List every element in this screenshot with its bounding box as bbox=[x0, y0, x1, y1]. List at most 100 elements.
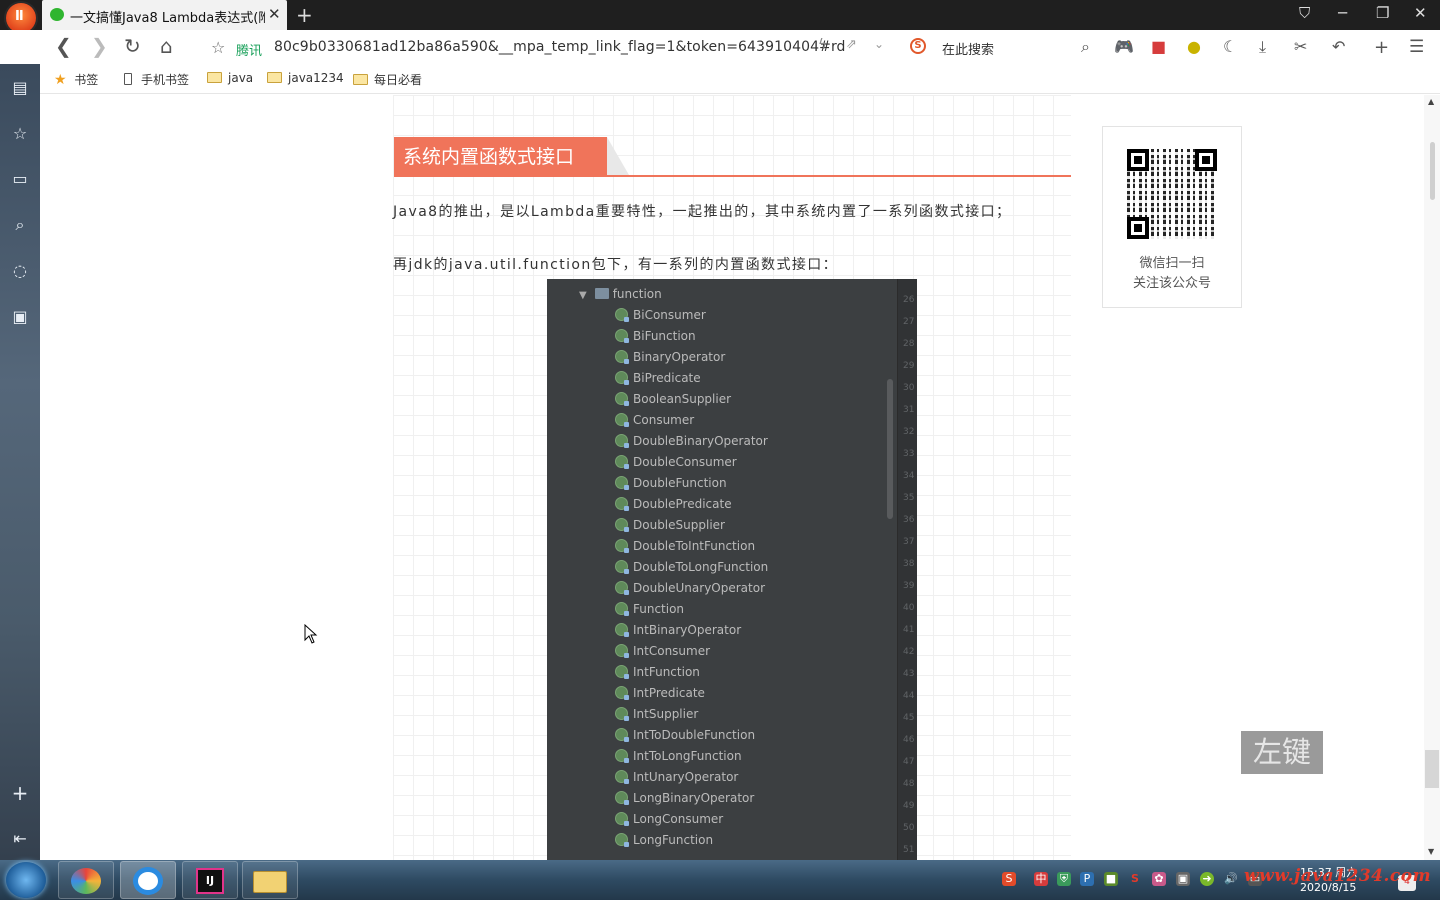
favorite-star-icon[interactable]: ☆ bbox=[211, 38, 225, 57]
tree-item[interactable]: Function bbox=[615, 602, 684, 623]
tree-item[interactable]: LongFunction bbox=[615, 833, 713, 854]
tree-item[interactable]: BiConsumer bbox=[615, 308, 706, 329]
night-mode-icon[interactable]: ☾ bbox=[1223, 37, 1237, 56]
line-number: 44 bbox=[903, 691, 915, 701]
input-method-icon[interactable]: 中 bbox=[1034, 872, 1048, 886]
flower-icon[interactable]: ✿ bbox=[1152, 872, 1166, 886]
menu-icon[interactable]: ☰ bbox=[1409, 37, 1424, 57]
tree-item[interactable]: DoubleToLongFunction bbox=[615, 560, 768, 581]
tree-item[interactable]: DoublePredicate bbox=[615, 497, 732, 518]
search-input[interactable]: 在此搜索 bbox=[942, 39, 994, 58]
tree-item[interactable]: DoubleUnaryOperator bbox=[615, 581, 765, 602]
share-icon[interactable]: ⇗ bbox=[846, 37, 857, 52]
scrollbar-thumb-lower[interactable] bbox=[1425, 750, 1439, 788]
tree-item[interactable]: LongBinaryOperator bbox=[615, 791, 754, 812]
search-engine-icon[interactable]: S bbox=[910, 38, 926, 54]
taskbar: IJ S 中 ⛨ P ■ S ✿ ▣ ➜ 🔊 ▭ 15:37 周六 2020/8… bbox=[0, 860, 1440, 900]
qr-caption: 微信扫一扫 bbox=[1139, 256, 1205, 271]
close-window-button[interactable]: ✕ bbox=[1414, 4, 1427, 22]
nvidia-icon[interactable]: ■ bbox=[1104, 872, 1118, 886]
search-icon[interactable]: ⌕ bbox=[10, 215, 30, 235]
scroll-up-icon[interactable]: ▲ bbox=[1428, 97, 1434, 106]
restore-button[interactable]: ❐ bbox=[1376, 4, 1389, 22]
new-tab-button[interactable]: + bbox=[296, 3, 313, 27]
add-icon[interactable]: + bbox=[10, 783, 30, 803]
tree-item[interactable]: IntConsumer bbox=[615, 644, 710, 665]
cut-icon[interactable]: ✂ bbox=[1294, 37, 1307, 56]
scroll-down-icon[interactable]: ▼ bbox=[1428, 847, 1434, 856]
tree-item[interactable]: Consumer bbox=[615, 413, 694, 434]
home-icon[interactable]: ⌂ bbox=[160, 35, 173, 57]
start-button[interactable] bbox=[6, 862, 46, 898]
reader-icon[interactable]: ▭ bbox=[10, 169, 30, 189]
tree-item[interactable]: DoubleToIntFunction bbox=[615, 539, 755, 560]
browser-logo-icon[interactable] bbox=[6, 3, 36, 33]
tree-item[interactable]: BooleanSupplier bbox=[615, 392, 731, 413]
update-icon[interactable]: ➜ bbox=[1200, 872, 1214, 886]
bookmark-star[interactable]: ★ 书签 bbox=[54, 71, 98, 88]
red-extension-icon[interactable]: ■ bbox=[1151, 37, 1166, 56]
forward-icon[interactable]: ❯ bbox=[91, 35, 108, 57]
skin-icon[interactable]: ⛉ bbox=[1299, 4, 1310, 22]
bookmark-daily[interactable]: 每日必看 bbox=[353, 71, 422, 88]
line-number: 34 bbox=[903, 471, 915, 481]
page-scrollbar[interactable]: ▲ ▼ bbox=[1424, 95, 1440, 860]
tree-item[interactable]: LongConsumer bbox=[615, 812, 723, 833]
shield-icon[interactable]: ⛨ bbox=[1057, 872, 1071, 886]
search-icon[interactable]: ⌕ bbox=[1081, 37, 1090, 57]
tree-item[interactable]: IntToDoubleFunction bbox=[615, 728, 755, 749]
undo-icon[interactable]: ↶ bbox=[1332, 37, 1345, 56]
tree-item[interactable]: IntFunction bbox=[615, 665, 700, 686]
taskbar-app-intellij[interactable]: IJ bbox=[182, 861, 238, 899]
taskbar-app-photos[interactable] bbox=[58, 861, 114, 899]
taskbar-app-browser[interactable] bbox=[120, 861, 176, 899]
sogou-s-icon[interactable]: S bbox=[1128, 872, 1142, 886]
url-input[interactable]: 80c9b0330681ad12ba86a590&__mpa_temp_link… bbox=[274, 39, 846, 55]
taskbar-app-explorer[interactable] bbox=[242, 861, 298, 899]
news-icon[interactable]: ▤ bbox=[10, 78, 30, 98]
tree-item[interactable]: DoubleConsumer bbox=[615, 455, 737, 476]
translate-icon[interactable]: ▣ bbox=[10, 307, 30, 327]
minimize-button[interactable]: ─ bbox=[1338, 4, 1347, 22]
interface-icon bbox=[615, 350, 629, 364]
tab-active[interactable]: 一文搞懂Java8 Lambda表达式(附视 ✕ bbox=[42, 0, 287, 30]
download-icon[interactable]: ⤓ bbox=[1259, 37, 1266, 57]
tree-item[interactable]: IntBinaryOperator bbox=[615, 623, 741, 644]
reload-icon[interactable]: ↻ bbox=[124, 35, 141, 57]
favorites-icon[interactable]: ☆ bbox=[10, 124, 30, 144]
tab-close-icon[interactable]: ✕ bbox=[268, 5, 281, 23]
tray-app-icon[interactable]: P bbox=[1080, 872, 1094, 886]
lightning-icon[interactable]: ϟ bbox=[818, 37, 827, 53]
bookmark-java[interactable]: java bbox=[207, 71, 253, 85]
chat-icon[interactable]: ◌ bbox=[10, 261, 30, 281]
chevron-down-icon[interactable]: ⌄ bbox=[874, 37, 884, 51]
tree-item[interactable]: BinaryOperator bbox=[615, 350, 725, 371]
bookmark-mobile[interactable]: 手机书签 bbox=[124, 71, 189, 88]
bookmark-java1234[interactable]: java1234 bbox=[267, 71, 344, 85]
tree-item-label: IntFunction bbox=[633, 665, 700, 679]
back-icon[interactable]: ❮ bbox=[55, 35, 72, 57]
add-icon[interactable]: + bbox=[1374, 37, 1389, 58]
scrollbar-thumb[interactable] bbox=[1430, 142, 1435, 200]
tree-item[interactable]: DoubleSupplier bbox=[615, 518, 725, 539]
line-number: 38 bbox=[903, 559, 915, 569]
interface-icon bbox=[615, 728, 629, 742]
tree-item-label: IntBinaryOperator bbox=[633, 623, 742, 637]
tree-item[interactable]: IntSupplier bbox=[615, 707, 698, 728]
tree-item[interactable]: DoubleBinaryOperator bbox=[615, 434, 768, 455]
tree-item[interactable]: BiFunction bbox=[615, 329, 696, 350]
yellow-extension-icon[interactable]: ● bbox=[1187, 37, 1201, 56]
line-number: 45 bbox=[903, 713, 915, 723]
line-number: 40 bbox=[903, 603, 915, 613]
tree-item[interactable]: IntUnaryOperator bbox=[615, 770, 738, 791]
tree-item-label: IntToDoubleFunction bbox=[633, 728, 756, 742]
tree-item[interactable]: IntToLongFunction bbox=[615, 749, 742, 770]
tree-item[interactable]: DoubleFunction bbox=[615, 476, 727, 497]
volume-icon[interactable]: 🔊 bbox=[1224, 872, 1238, 886]
collapse-icon[interactable]: ⇤ bbox=[10, 829, 30, 849]
tree-item[interactable]: IntPredicate bbox=[615, 686, 705, 707]
sogou-icon[interactable]: S bbox=[1002, 872, 1016, 886]
game-icon[interactable]: 🎮 bbox=[1114, 37, 1134, 56]
tree-item[interactable]: BiPredicate bbox=[615, 371, 701, 392]
network-icon[interactable]: ▣ bbox=[1176, 872, 1190, 886]
